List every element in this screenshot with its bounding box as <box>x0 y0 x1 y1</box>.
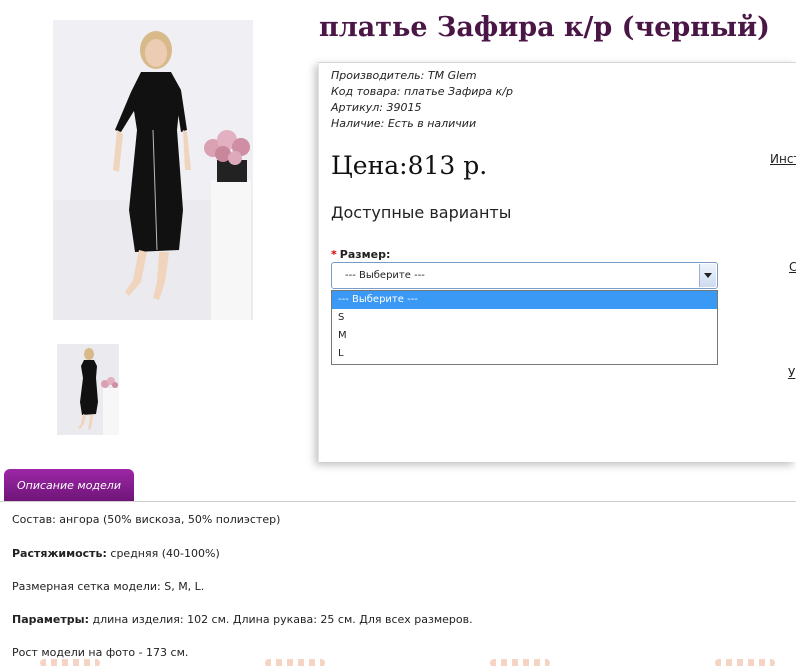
desc-params: Параметры: длина изделия: 102 см. Длина … <box>12 613 473 626</box>
product-main-image[interactable] <box>53 20 253 320</box>
meta-value: 39015 <box>386 101 422 114</box>
desc-value: средняя (40-100%) <box>110 547 220 560</box>
meta-value[interactable]: TM Glem <box>428 69 477 82</box>
tab-divider <box>0 501 796 502</box>
size-option-m[interactable]: M <box>332 327 717 345</box>
product-price: Цена:813 р. <box>331 151 488 180</box>
size-select[interactable]: --- Выберите --- <box>331 262 718 289</box>
meta-value: платье Зафира к/р <box>403 85 513 98</box>
desc-value: длина изделия: 102 см. Длина рукава: 25 … <box>92 613 473 626</box>
size-label: * Размер: <box>331 248 390 261</box>
meta-key: Производитель: <box>331 69 425 82</box>
desc-stretch: Растяжимость: средняя (40-100%) <box>12 547 220 560</box>
chevron-down-icon[interactable] <box>699 264 716 287</box>
right-link-3[interactable]: У <box>788 366 795 380</box>
meta-key: Артикул: <box>331 101 383 114</box>
desc-value: ангора (50% вискоза, 50% полиэстер) <box>59 513 281 526</box>
dress-photo <box>53 20 253 320</box>
tab-description[interactable]: Описание модели <box>4 469 134 502</box>
size-dropdown-list[interactable]: --- Выберите --- S M L <box>331 290 718 365</box>
meta-manufacturer: Производитель: TM Glem <box>331 68 513 84</box>
meta-availability: Наличие: Есть в наличии <box>331 116 513 132</box>
size-label-text: Размер: <box>339 248 391 261</box>
right-link-1[interactable]: Инст <box>770 152 796 166</box>
size-select-value: --- Выберите --- <box>345 270 425 281</box>
variants-heading: Доступные варианты <box>331 203 512 222</box>
desc-value: S, M, L. <box>164 580 205 593</box>
desc-label: Размерная сетка модели: <box>12 580 161 593</box>
desc-sizes: Размерная сетка модели: S, M, L. <box>12 580 204 593</box>
size-option-placeholder[interactable]: --- Выберите --- <box>332 291 717 309</box>
right-link-2[interactable]: С <box>789 260 796 274</box>
desc-label: Параметры: <box>12 613 89 626</box>
meta-value: Есть в наличии <box>387 117 477 130</box>
meta-key: Код товара: <box>331 85 401 98</box>
thumbnail-photo <box>57 344 119 435</box>
desc-label: Растяжимость: <box>12 547 107 560</box>
product-title: платье Зафира к/р (черный) <box>319 12 770 43</box>
product-meta: Производитель: TM Glem Код товара: плать… <box>331 68 513 132</box>
meta-article: Артикул: 39015 <box>331 100 513 116</box>
decor-strip <box>490 659 550 666</box>
decor-strip <box>40 659 100 666</box>
desc-label: Состав: <box>12 513 56 526</box>
desc-composition: Состав: ангора (50% вискоза, 50% полиэст… <box>12 513 280 526</box>
decor-strip <box>265 659 325 666</box>
product-info-panel: Производитель: TM Glem Код товара: плать… <box>318 62 796 462</box>
size-option-s[interactable]: S <box>332 309 717 327</box>
product-thumbnail[interactable] <box>57 344 119 435</box>
meta-product-code: Код товара: платье Зафира к/р <box>331 84 513 100</box>
required-asterisk: * <box>331 248 337 261</box>
size-option-l[interactable]: L <box>332 345 717 363</box>
footer-decoration <box>0 658 796 666</box>
meta-key: Наличие: <box>331 117 385 130</box>
decor-strip <box>715 659 775 666</box>
